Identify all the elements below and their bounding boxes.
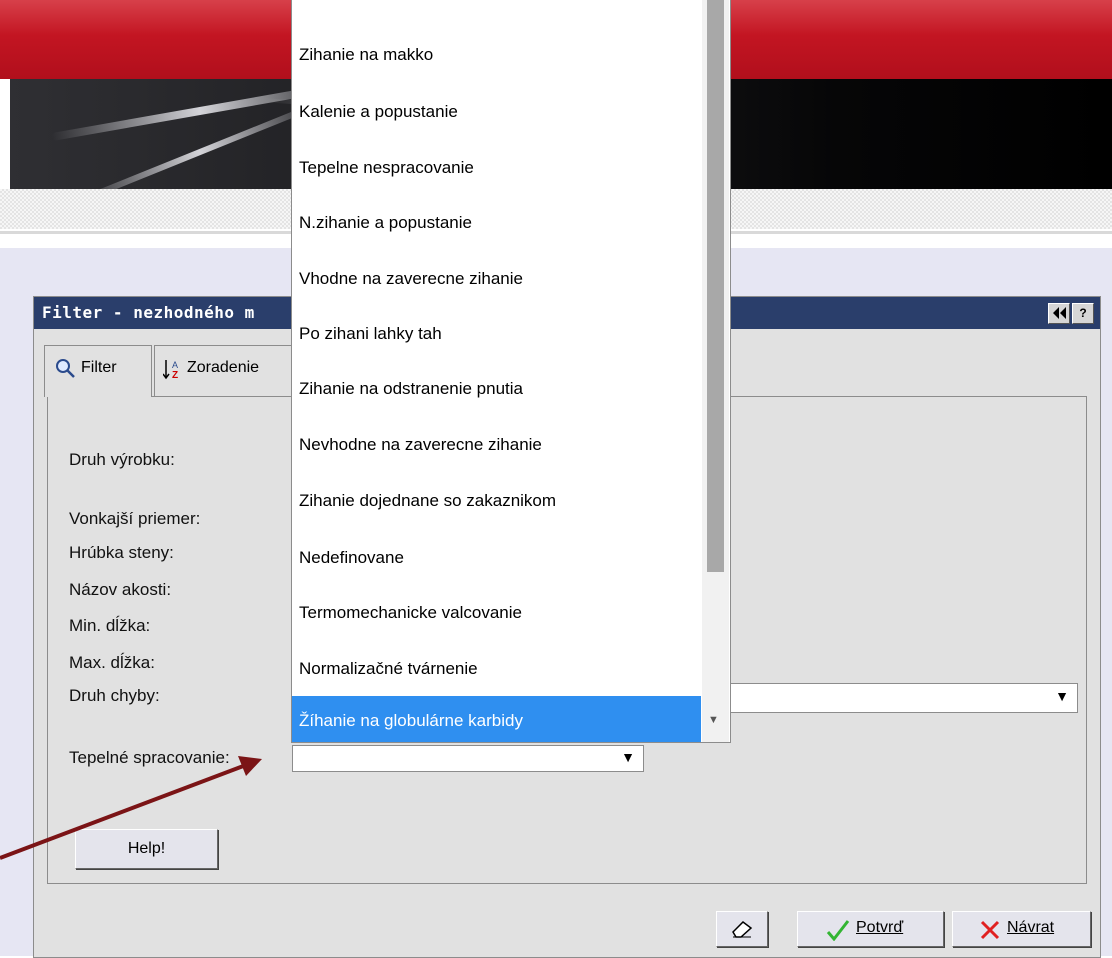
cancel-button[interactable]: Návrat xyxy=(952,911,1091,947)
dropdown-option[interactable]: Nevhodne na zaverecne zihanie xyxy=(292,417,701,473)
dropdown-scrollbar[interactable]: ▼ xyxy=(702,0,729,742)
tab-filter-label: Filter xyxy=(81,359,117,376)
chevron-down-icon: ▼ xyxy=(621,749,635,765)
eraser-button[interactable] xyxy=(716,911,768,947)
help-button-label: Help! xyxy=(127,840,166,857)
checkmark-icon xyxy=(826,919,850,946)
scrollbar-thumb[interactable] xyxy=(707,0,724,572)
dropdown-option[interactable]: Normalizačné tvárnenie xyxy=(292,641,701,697)
dropdown-option[interactable]: Zihanie na makko xyxy=(292,27,701,83)
label-vonkajsi-priemer: Vonkajší priemer: xyxy=(69,509,201,528)
chevron-down-icon: ▼ xyxy=(1055,688,1069,704)
question-icon[interactable]: ? xyxy=(1072,303,1094,324)
dropdown-option[interactable]: N.zihanie a popustanie xyxy=(292,195,701,251)
svg-text:A: A xyxy=(172,360,178,370)
label-min-dlzka: Min. dĺžka: xyxy=(69,616,151,635)
help-button[interactable]: Help! xyxy=(75,829,218,869)
dropdown-option[interactable]: Kalenie a popustanie xyxy=(292,84,701,140)
cancel-button-label: Návrat xyxy=(1007,919,1055,936)
dialog-title: Filter - nezhodného m xyxy=(42,303,255,322)
dropdown-option[interactable]: Zihanie na odstranenie pnutia xyxy=(292,361,701,417)
dropdown-option[interactable]: Termomechanicke valcovanie xyxy=(292,585,701,641)
dropdown-option[interactable]: Zihanie dojednane so zakaznikom xyxy=(292,473,701,529)
dropdown-option[interactable]: Tepelne nespracovanie xyxy=(292,140,701,196)
label-druh-chyby: Druh chyby: xyxy=(69,686,160,705)
label-druh-vyrobku: Druh výrobku: xyxy=(69,450,175,469)
dropdown-option[interactable]: Vhodne na zaverecne zihanie xyxy=(292,251,701,307)
magnifier-icon xyxy=(55,358,75,383)
tepelne-spracovanie-dropdown-list[interactable]: Zihanie na makko Kalenie a popustanie Te… xyxy=(291,0,731,743)
confirm-button-label: Potvrď xyxy=(856,919,904,936)
tab-sorting-label: Zoradenie xyxy=(187,359,260,376)
tab-filter[interactable]: Filter xyxy=(44,345,152,397)
dropdown-option-selected[interactable]: Žíhanie na globulárne karbidy xyxy=(292,696,701,742)
svg-text:Z: Z xyxy=(172,370,178,380)
scroll-down-arrow-icon[interactable]: ▼ xyxy=(708,714,719,726)
label-tepelne-spracovanie: Tepelné spracovanie: xyxy=(69,748,230,767)
double-left-arrow-icon[interactable] xyxy=(1048,303,1070,324)
druh-chyby-select[interactable]: ▼ xyxy=(730,683,1078,713)
dropdown-option[interactable]: Nedefinovane xyxy=(292,530,701,586)
tepelne-spracovanie-select[interactable]: ▼ xyxy=(292,745,644,772)
eraser-icon xyxy=(731,920,753,943)
label-nazov-akosti: Názov akosti: xyxy=(69,580,172,599)
dropdown-option[interactable]: Po zihani lahky tah xyxy=(292,306,701,362)
x-icon xyxy=(979,919,1001,946)
sort-az-icon: AZ xyxy=(162,358,183,385)
confirm-button[interactable]: Potvrď xyxy=(797,911,944,947)
label-hrubka-steny: Hrúbka steny: xyxy=(69,543,174,562)
label-max-dlzka: Max. dĺžka: xyxy=(69,653,155,672)
